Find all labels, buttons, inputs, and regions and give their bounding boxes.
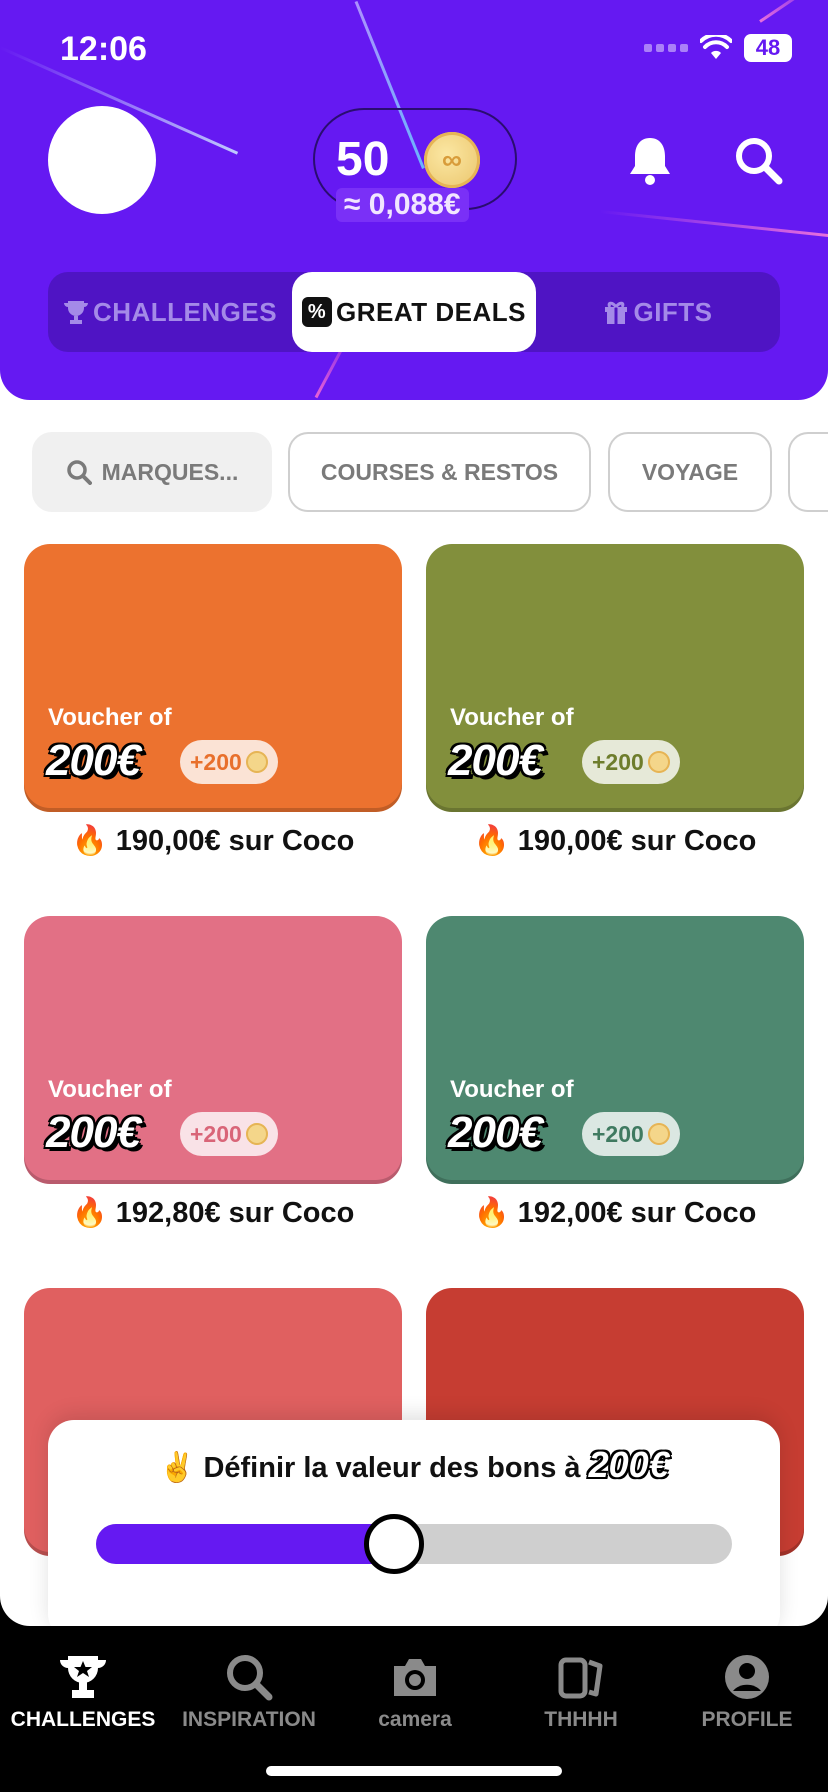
slider-amount: 200€ — [588, 1444, 669, 1485]
coin-bonus-badge: +200 — [582, 740, 680, 784]
search-icon — [66, 460, 92, 485]
voucher-value-panel: ✌️ Définir la valeur des bons à 200€ — [48, 1420, 780, 1626]
voucher-amount: 200€ — [448, 736, 543, 785]
slider-title-text: Définir la valeur des bons à — [203, 1452, 581, 1484]
coin-icon — [647, 751, 670, 773]
victory-emoji: ✌️ — [159, 1452, 196, 1484]
bonus-value: +200 — [190, 748, 242, 775]
slider-title: ✌️ Définir la valeur des bons à 200€ — [48, 1444, 780, 1486]
chip-label: VOYAGE — [641, 458, 739, 485]
decorative-streak — [759, 0, 828, 23]
voucher-price: 🔥 190,00€ sur Coco — [473, 825, 757, 857]
bonus-value: +200 — [592, 748, 644, 775]
cards-icon — [558, 1657, 603, 1699]
tab-gifts[interactable]: GIFTS — [536, 272, 780, 352]
cellular-signal-icon — [644, 44, 688, 52]
nav-thhhh[interactable]: THHHH — [498, 1652, 664, 1732]
nav-label: PROFILE — [701, 1708, 793, 1731]
coin-icon — [245, 1123, 268, 1145]
battery-indicator: 48 — [744, 34, 792, 62]
user-icon — [725, 1655, 769, 1699]
nav-label: camera — [378, 1708, 452, 1731]
status-time: 12:06 — [60, 30, 147, 68]
tab-challenges[interactable]: CHALLENGES — [48, 272, 292, 352]
voucher-card[interactable]: Voucher of 200€ +200 — [426, 916, 804, 1184]
voucher-label: Voucher of — [450, 704, 574, 731]
camera-icon — [394, 1659, 436, 1696]
header: 12:06 48 50 ∞ ≈ 0,088€ CHALLENGES % GREA… — [0, 0, 828, 400]
voucher-card[interactable]: Voucher of 200€ +200 — [426, 544, 804, 812]
decorative-streak — [599, 210, 828, 238]
search-icon — [227, 1655, 273, 1701]
coin-bonus-badge: +200 — [582, 1112, 680, 1156]
voucher-price: 🔥 192,00€ sur Coco — [473, 1197, 757, 1229]
nav-label: CHALLENGES — [10, 1708, 156, 1731]
wifi-icon — [700, 35, 732, 59]
voucher-label: Voucher of — [48, 704, 172, 731]
coin-euro-value: ≈ 0,088€ — [336, 188, 469, 222]
voucher-value-slider[interactable] — [96, 1514, 732, 1574]
coin-bonus-badge: +200 — [180, 1112, 278, 1156]
tab-label: GIFTS — [633, 296, 713, 327]
slider-fill — [96, 1524, 394, 1564]
voucher-amount: 200€ — [448, 1108, 543, 1157]
voucher-amount: 200€ — [46, 736, 141, 785]
bonus-value: +200 — [190, 1120, 242, 1147]
percent-icon: % — [302, 297, 333, 327]
voucher-card[interactable]: Voucher of 200€ +200 — [24, 544, 402, 812]
voucher-amount: 200€ — [46, 1108, 141, 1157]
bell-icon[interactable] — [626, 134, 674, 186]
nav-profile[interactable]: PROFILE — [664, 1652, 828, 1732]
filter-chip-courses-restos[interactable]: COURSES & RESTOS — [288, 432, 591, 512]
tab-label: GREAT DEALS — [336, 296, 526, 327]
filter-chip-more[interactable] — [788, 432, 828, 512]
voucher-label: Voucher of — [450, 1076, 574, 1103]
chip-label: MARQUES... — [101, 458, 239, 485]
chip-label: COURSES & RESTOS — [320, 458, 559, 485]
nav-challenges[interactable]: CHALLENGES — [0, 1652, 166, 1732]
home-indicator[interactable] — [266, 1766, 562, 1776]
gift-icon — [605, 301, 628, 324]
avatar[interactable] — [48, 106, 156, 214]
voucher-card[interactable]: Voucher of 200€ +200 — [24, 916, 402, 1184]
nav-label: INSPIRATION — [182, 1708, 316, 1731]
coin-icon — [245, 751, 268, 773]
slider-thumb[interactable] — [364, 1514, 424, 1574]
voucher-label: Voucher of — [48, 1076, 172, 1103]
status-icons: 48 — [644, 34, 792, 62]
bonus-value: +200 — [592, 1120, 644, 1147]
coin-count: 50 — [336, 133, 390, 186]
nav-camera[interactable]: camera — [332, 1652, 498, 1732]
coin-icon — [647, 1123, 670, 1145]
coin-bonus-badge: +200 — [180, 740, 278, 784]
coin-icon: ∞ — [424, 132, 480, 188]
nav-inspiration[interactable]: INSPIRATION — [166, 1652, 332, 1732]
nav-label: THHHH — [544, 1708, 618, 1731]
voucher-price: 🔥 192,80€ sur Coco — [71, 1197, 355, 1229]
voucher-price: 🔥 190,00€ sur Coco — [71, 825, 355, 857]
tab-label: CHALLENGES — [92, 296, 278, 327]
trophy-icon — [63, 301, 88, 324]
screen: 12:06 48 50 ∞ ≈ 0,088€ CHALLENGES % GREA… — [0, 0, 828, 1626]
trophy-icon — [60, 1656, 106, 1698]
filter-chip-voyage[interactable]: VOYAGE — [608, 432, 772, 512]
search-icon[interactable] — [732, 134, 784, 186]
top-tabs: CHALLENGES % GREAT DEALS GIFTS — [48, 272, 780, 352]
brand-search-chip[interactable]: MARQUES... — [32, 432, 272, 512]
tab-great-deals[interactable]: % GREAT DEALS — [292, 272, 536, 352]
